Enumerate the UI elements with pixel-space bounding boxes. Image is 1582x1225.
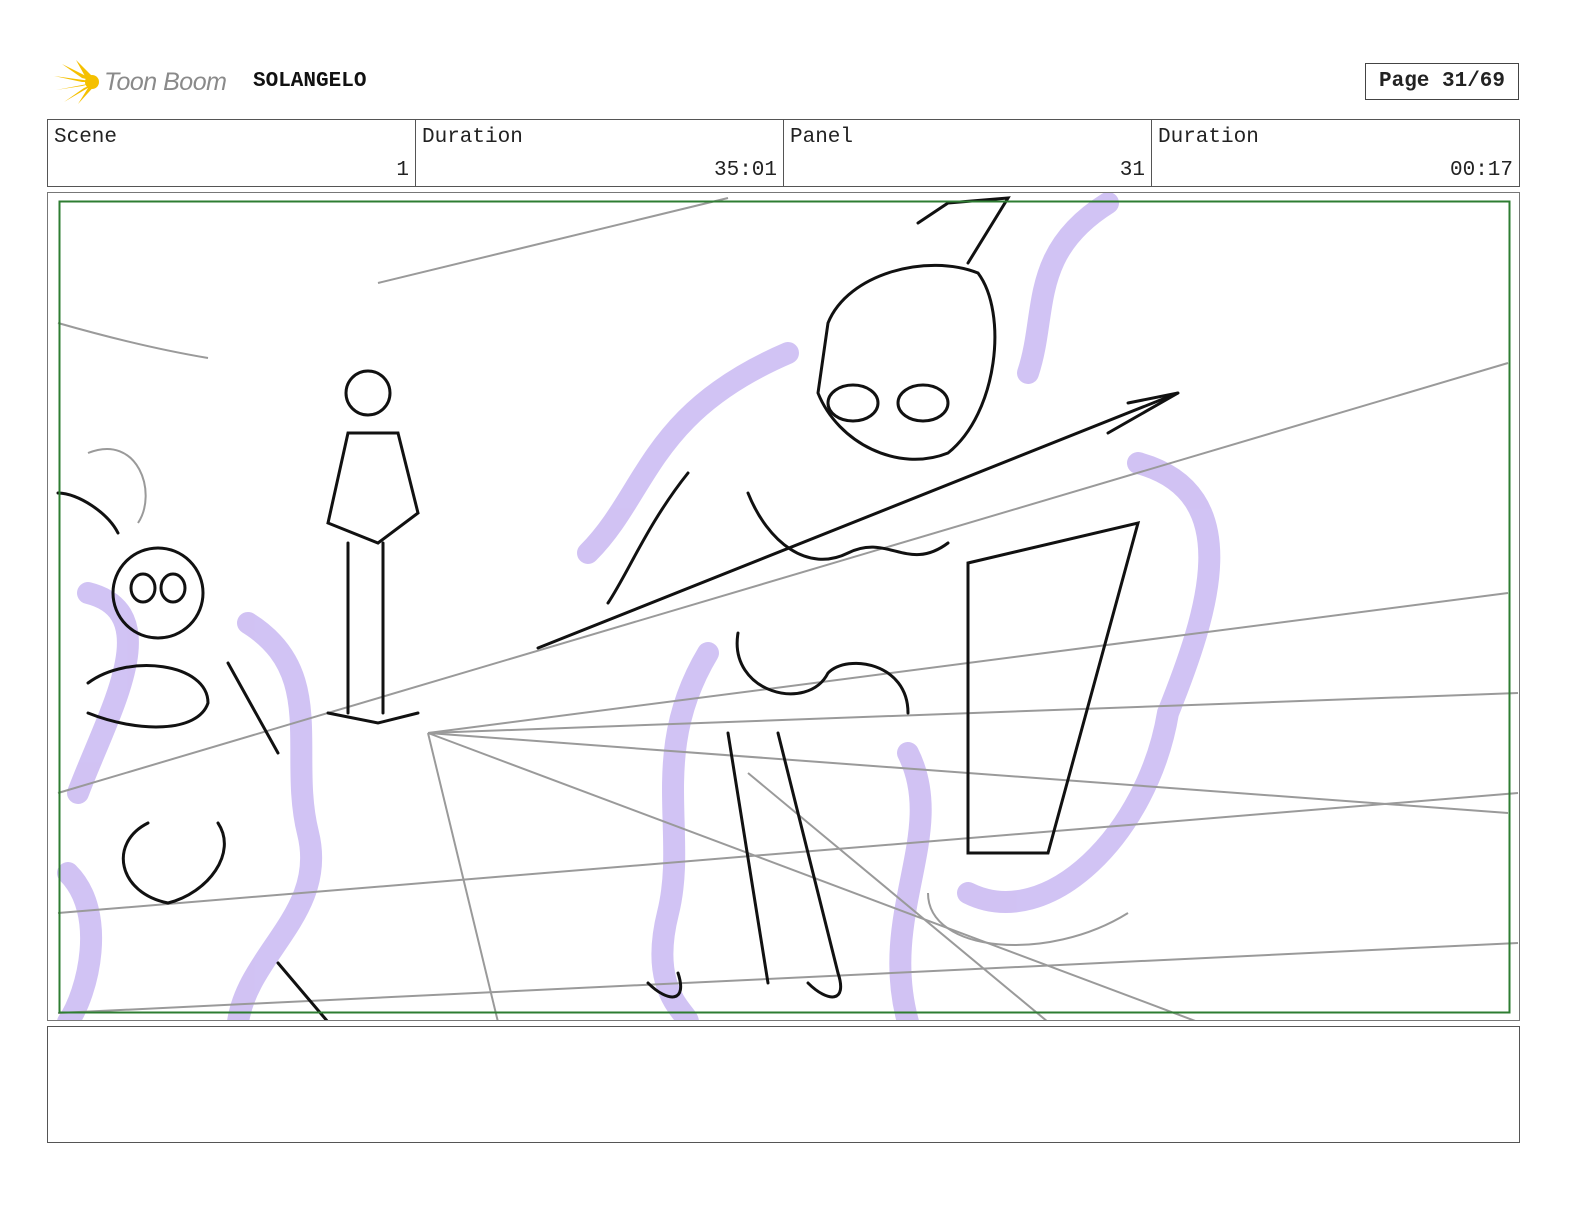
scene-value: 1 [396, 159, 409, 182]
panel-duration-cell: Duration 00:17 [1152, 120, 1519, 186]
toon-boom-logo: Toon Boom [52, 58, 227, 106]
storyboard-panel-image [47, 192, 1520, 1021]
background-lines [57, 197, 1519, 1020]
panel-duration-value: 00:17 [1449, 159, 1513, 182]
scene-label: Scene [54, 126, 118, 149]
scene-cell: Scene 1 [48, 120, 416, 186]
panel-notes-box [47, 1026, 1520, 1143]
scene-duration-label: Duration [422, 126, 523, 149]
starburst-icon [54, 60, 99, 104]
project-title: SOLANGELO [253, 70, 367, 93]
panel-info-table: Scene 1 Duration 35:01 Panel 31 Duration… [47, 119, 1520, 187]
panel-value: 31 [1119, 159, 1145, 182]
panel-duration-label: Duration [1158, 126, 1259, 149]
safe-frame [58, 200, 1511, 1014]
scene-duration-cell: Duration 35:01 [416, 120, 784, 186]
panel-cell: Panel 31 [784, 120, 1152, 186]
page-number: Page 31/69 [1365, 63, 1519, 100]
logo-text: Toon Boom [104, 67, 227, 96]
sketch-drawing [56, 193, 1519, 1020]
scene-duration-value: 35:01 [713, 159, 777, 182]
panel-label: Panel [790, 126, 854, 149]
